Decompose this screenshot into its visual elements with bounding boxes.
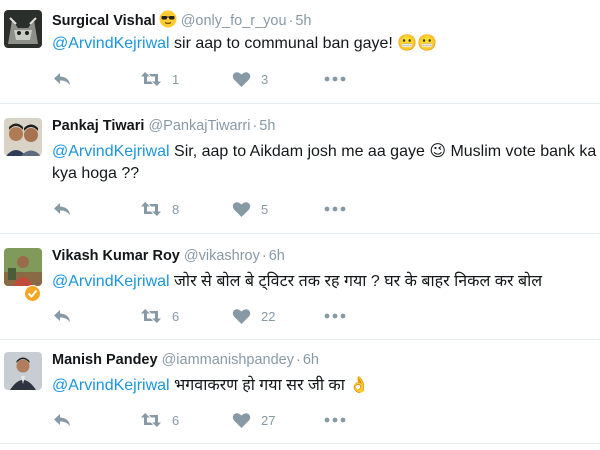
separator-dot: · [252,118,258,134]
mention-link[interactable]: @ArvindKejriwal [52,377,170,394]
heart-icon [232,201,251,218]
like-button[interactable]: 27 [232,410,275,430]
user-handle[interactable]: @iammanishpandey [162,352,294,368]
reply-icon [52,307,72,325]
like-button[interactable]: 22 [232,306,275,326]
avatar[interactable] [4,10,42,48]
timestamp[interactable]: 6h [269,248,285,264]
retweet-icon [140,200,162,218]
tweet-text: @ArvindKejriwal जोर से बोल बे ट्विटर तक … [52,271,600,293]
display-name[interactable]: Surgical Vishal [52,13,156,29]
reply-button[interactable] [52,306,72,326]
retweet-icon [140,70,162,88]
display-name[interactable]: Vikash Kumar Roy [52,248,180,264]
user-handle[interactable]: @PankajTiwarri [148,118,250,134]
more-dots-icon [324,417,346,423]
tweet-header: Manish Pandey @iammanishpandey · 6h [52,352,319,368]
mention-link[interactable]: @ArvindKejriwal [52,273,170,290]
reply-icon [52,200,72,218]
tweet-header: Vikash Kumar Roy @vikashroy · 6h [52,248,285,264]
more-dots-icon [324,313,346,319]
timestamp[interactable]: 5h [259,118,275,134]
reply-button[interactable] [52,199,72,219]
separator-dot: · [295,352,301,368]
retweet-count: 6 [172,412,180,428]
retweet-button[interactable]: 6 [140,306,179,326]
tweet-body: जोर से बोल बे ट्विटर तक रह गया ? घर के ब… [169,273,543,290]
mention-link[interactable]: @ArvindKejriwal [52,143,170,160]
display-name[interactable]: Pankaj Tiwari [52,118,144,134]
retweet-button[interactable]: 8 [140,199,179,219]
tweet[interactable]: Vikash Kumar Roy @vikashroy · 6h @ArvindKej… [0,234,600,340]
more-button[interactable] [324,199,346,219]
timestamp[interactable]: 5h [295,13,311,29]
reply-icon [52,411,72,429]
like-count: 5 [261,201,269,217]
tweet[interactable]: Manish Pandey @iammanishpandey · 6h @Arvind… [0,340,600,444]
tweet-body: sir aap to communal ban gaye! 😬😬 [169,35,438,52]
tweet-actions: 1 3 [52,69,392,89]
user-handle[interactable]: @vikashroy [184,248,260,264]
sunglasses-emoji-icon [159,10,177,32]
tweet-actions: 6 27 [52,410,392,430]
retweet-count: 6 [172,308,180,324]
tweet-header: Pankaj Tiwari @PankajTiwarri · 5h [52,118,275,134]
more-dots-icon [324,206,346,212]
display-name[interactable]: Manish Pandey [52,352,158,368]
tweet-header: Surgical Vishal @only_fo_r_you · 5h [52,10,312,32]
more-dots-icon [324,76,346,82]
more-button[interactable] [324,410,346,430]
more-button[interactable] [324,69,346,89]
avatar[interactable] [4,352,42,390]
separator-dot: · [261,248,267,264]
reply-icon [52,70,72,88]
avatar[interactable] [4,118,42,156]
like-button[interactable]: 3 [232,69,268,89]
verified-badge-icon [24,285,41,307]
retweet-icon [140,307,162,325]
timestamp[interactable]: 6h [303,352,319,368]
retweet-count: 8 [172,201,180,217]
tweet-text: @ArvindKejriwal Sir, aap to Aikdam josh … [52,141,600,185]
retweet-count: 1 [172,71,180,87]
tweet-text: @ArvindKejriwal sir aap to communal ban … [52,33,600,55]
user-handle[interactable]: @only_fo_r_you [181,13,287,29]
tweet[interactable]: Surgical Vishal @only_fo_r_you · 5h @Arvin… [0,0,600,104]
avatar[interactable] [4,248,42,286]
tweet-body: भगवाकरण हो गया सर जी का 👌 [169,377,370,394]
retweet-icon [140,411,162,429]
heart-icon [232,308,251,325]
tweet[interactable]: Pankaj Tiwari @PankajTiwarri · 5h @ArvindKe… [0,104,600,234]
reply-button[interactable] [52,410,72,430]
tweet-actions: 8 5 [52,199,392,219]
tweet-feed: Surgical Vishal @only_fo_r_you · 5h @Arvin… [0,0,600,450]
retweet-button[interactable]: 6 [140,410,179,430]
tweet-text: @ArvindKejriwal भगवाकरण हो गया सर जी का … [52,375,600,397]
more-button[interactable] [324,306,346,326]
retweet-button[interactable]: 1 [140,69,179,89]
like-button[interactable]: 5 [232,199,268,219]
heart-icon [232,412,251,429]
heart-icon [232,71,251,88]
tweet-actions: 6 22 [52,306,392,326]
like-count: 3 [261,71,269,87]
separator-dot: · [288,13,294,29]
like-count: 27 [261,412,276,428]
like-count: 22 [261,308,276,324]
reply-button[interactable] [52,69,72,89]
mention-link[interactable]: @ArvindKejriwal [52,35,170,52]
